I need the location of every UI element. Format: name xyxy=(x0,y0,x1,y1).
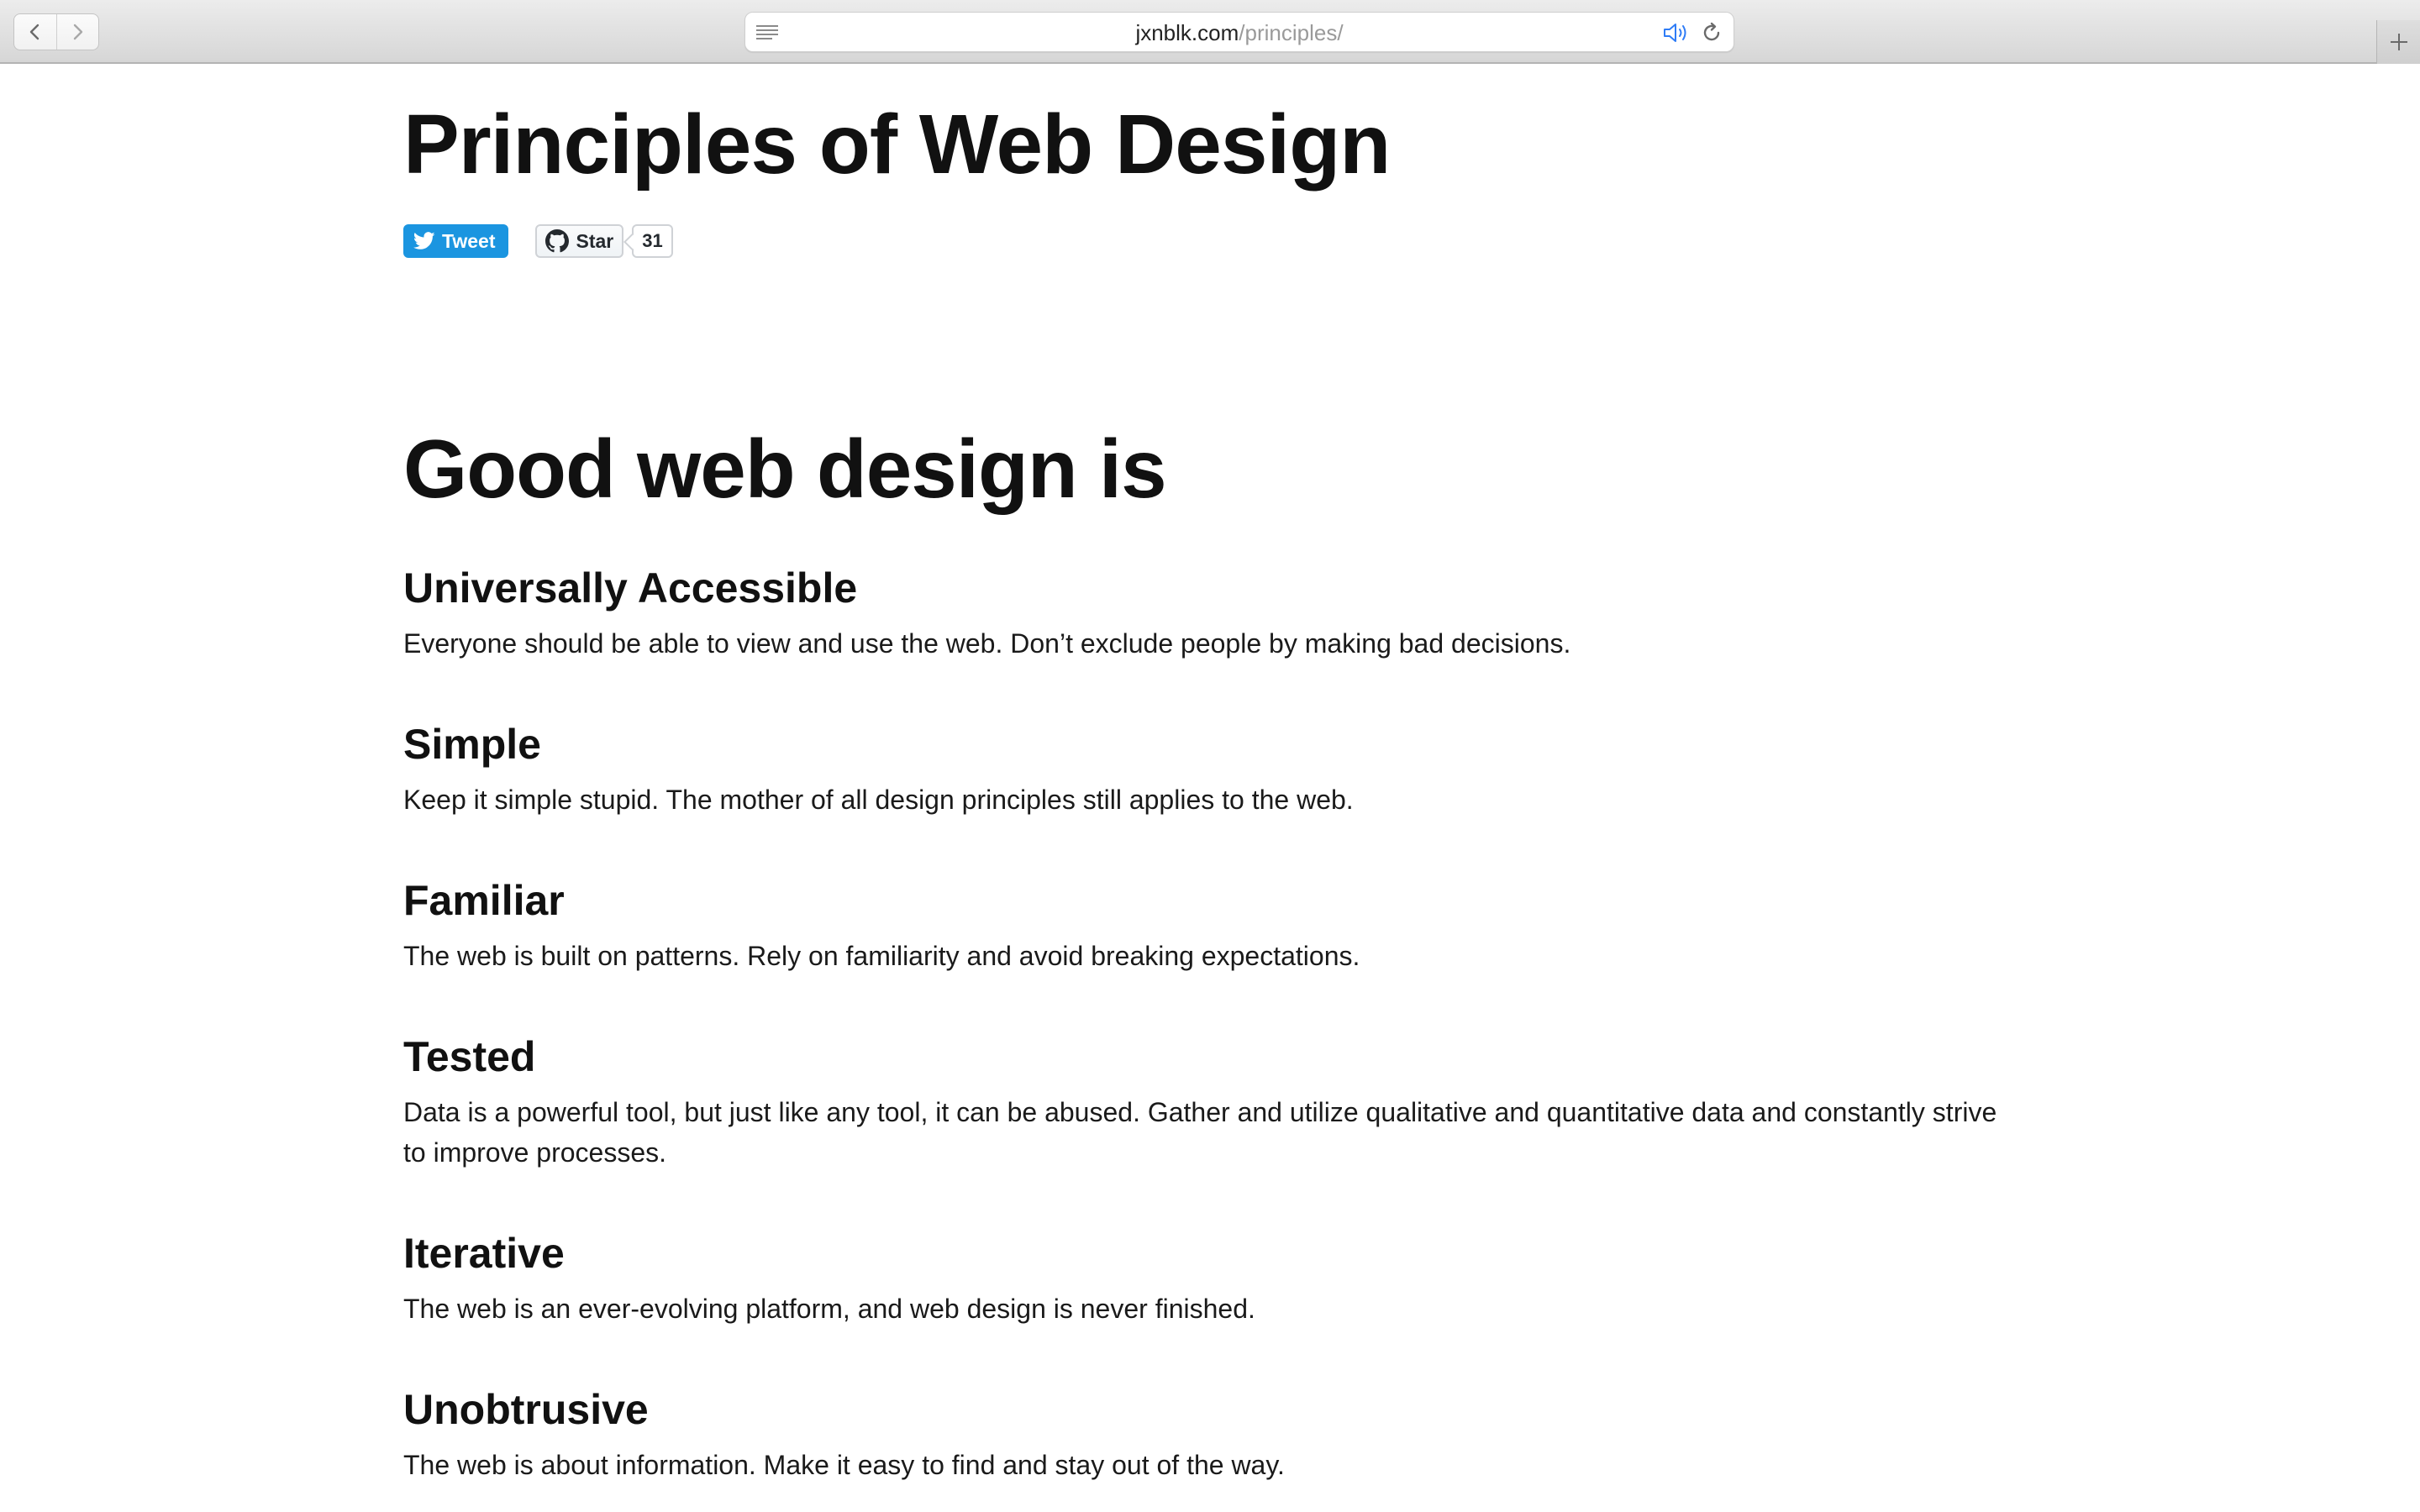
star-count[interactable]: 31 xyxy=(632,224,673,258)
chevron-right-icon xyxy=(74,24,83,40)
new-tab-button[interactable] xyxy=(2376,20,2420,64)
principle-text: The web is about information. Make it ea… xyxy=(403,1450,1285,1480)
social-buttons: Tweet Star 31 xyxy=(403,223,2000,259)
forward-button[interactable] xyxy=(55,14,98,50)
principle-title: Unobtrusive xyxy=(403,1386,649,1433)
address-bar[interactable]: jxnblk.com/principles/ xyxy=(744,12,1734,52)
principle-title: Iterative xyxy=(403,1230,565,1277)
principle-item: Iterative The web is an ever-evolving pl… xyxy=(403,1228,2000,1329)
tweet-label: Tweet xyxy=(442,229,496,252)
navigation-buttons xyxy=(13,13,99,50)
back-button[interactable] xyxy=(14,14,56,50)
url-path: /principles/ xyxy=(1239,20,1344,45)
plus-icon xyxy=(2390,34,2407,50)
principle-item: Tested Data is a powerful tool, but just… xyxy=(403,1032,2000,1173)
page-title: Principles of Web Design xyxy=(403,97,1391,192)
principle-item: Universally Accessible Everyone should b… xyxy=(403,563,2000,664)
reload-icon[interactable] xyxy=(1700,21,1723,45)
tweet-button[interactable]: Tweet xyxy=(403,224,509,258)
principle-title: Familiar xyxy=(403,877,565,924)
speaker-icon[interactable] xyxy=(1661,22,1690,44)
principle-title: Universally Accessible xyxy=(403,564,858,612)
principle-title: Simple xyxy=(403,721,541,768)
principle-title: Tested xyxy=(403,1033,536,1080)
github-icon xyxy=(545,229,570,253)
browser-toolbar: jxnblk.com/principles/ xyxy=(0,0,2420,64)
page-content: Principles of Web Design Tweet Star 31 G… xyxy=(0,66,2420,1512)
content-container: Principles of Web Design Tweet Star 31 G… xyxy=(403,66,2000,1485)
github-star-button[interactable]: Star xyxy=(535,224,624,258)
star-label: Star xyxy=(576,229,614,252)
principle-text: Everyone should be able to view and use … xyxy=(403,628,1571,659)
principle-item: Simple Keep it simple stupid. The mother… xyxy=(403,719,2000,820)
principle-item: Familiar The web is built on patterns. R… xyxy=(403,875,2000,976)
principles-list: Universally Accessible Everyone should b… xyxy=(403,563,2000,1485)
url-host: jxnblk.com xyxy=(1135,20,1239,45)
principle-text: Data is a powerful tool, but just like a… xyxy=(403,1097,1997,1168)
url-text[interactable]: jxnblk.com/principles/ xyxy=(745,13,1733,53)
twitter-bird-icon xyxy=(413,232,435,249)
principle-text: The web is an ever-evolving platform, an… xyxy=(403,1294,1255,1324)
principle-item: Unobtrusive The web is about information… xyxy=(403,1384,2000,1485)
section-title: Good web design is xyxy=(403,423,1167,515)
chevron-left-icon xyxy=(29,24,39,40)
principle-text: Keep it simple stupid. The mother of all… xyxy=(403,785,1354,815)
principle-text: The web is built on patterns. Rely on fa… xyxy=(403,941,1360,971)
